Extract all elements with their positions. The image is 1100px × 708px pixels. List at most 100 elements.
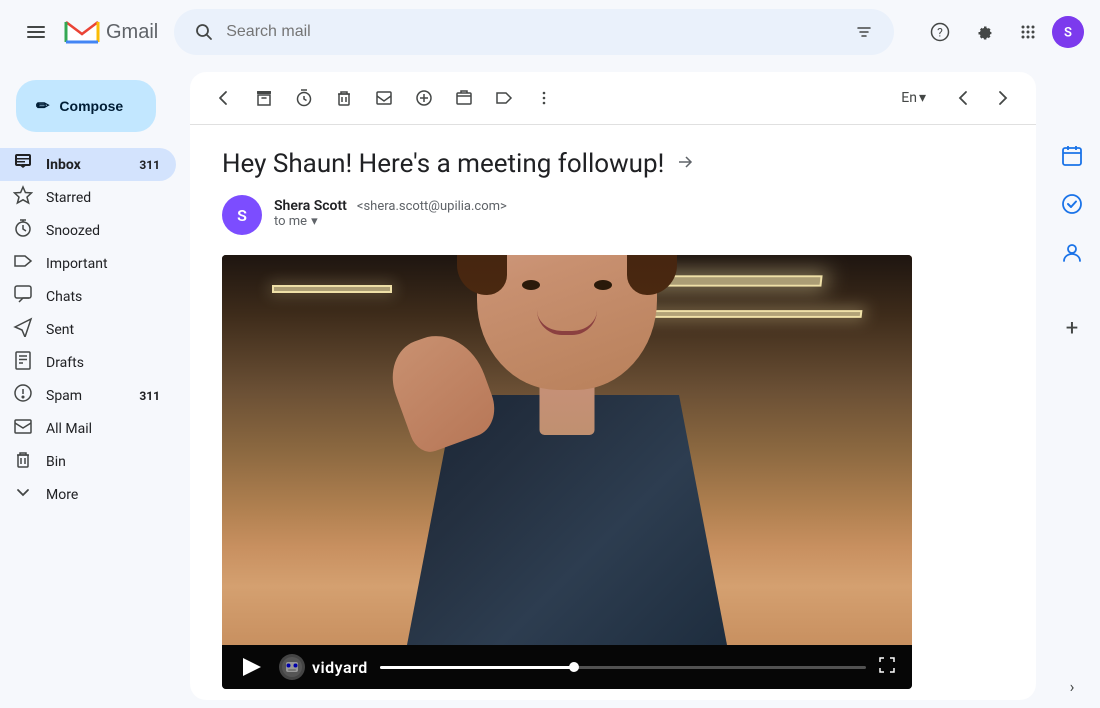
sender-name: Shera Scott <box>274 198 347 214</box>
video-progress-dot <box>569 662 579 672</box>
snoozed-label: Snoozed <box>46 223 160 239</box>
sidebar-item-important[interactable]: Important <box>0 247 176 280</box>
sidebar-item-drafts[interactable]: Drafts <box>0 346 176 379</box>
compose-pencil-icon: ✏ <box>36 96 49 116</box>
person-eye-left <box>522 280 540 290</box>
sidebar-item-more[interactable]: More <box>0 478 176 511</box>
sent-icon <box>12 317 34 342</box>
sidebar-item-bin[interactable]: Bin <box>0 445 176 478</box>
sidebar-item-snoozed[interactable]: Snoozed <box>0 214 176 247</box>
to-label: to me <box>274 214 307 229</box>
language-button[interactable]: En ▾ <box>893 86 934 110</box>
back-button[interactable] <box>206 80 242 116</box>
vidyard-robot-icon <box>278 653 306 681</box>
vidyard-logo: vidyard <box>278 653 368 681</box>
mark-as-button[interactable] <box>366 80 402 116</box>
calendar-panel-button[interactable] <box>1052 136 1092 176</box>
drafts-label: Drafts <box>46 355 160 371</box>
play-button[interactable] <box>238 653 266 681</box>
subject-text: Hey Shaun! Here's a meeting followup! <box>222 149 664 179</box>
snoozed-icon <box>12 218 34 243</box>
video-progress-bar[interactable] <box>380 666 866 669</box>
gmail-logo: Gmail <box>64 18 158 46</box>
more-actions-button[interactable] <box>526 80 562 116</box>
bin-label: Bin <box>46 454 160 470</box>
sent-label: Sent <box>46 322 160 338</box>
settings-button[interactable] <box>964 12 1004 52</box>
bin-icon <box>12 449 34 474</box>
expand-panel-button[interactable]: › <box>1070 677 1075 696</box>
sender-avatar: S <box>222 195 262 235</box>
inbox-label: Inbox <box>46 157 127 173</box>
starred-icon <box>12 185 34 210</box>
next-email-button[interactable] <box>984 80 1020 116</box>
compose-button[interactable]: ✏ Compose <box>16 80 156 132</box>
inbox-count: 311 <box>139 158 160 172</box>
inbox-icon <box>12 152 34 177</box>
important-label: Important <box>46 256 160 272</box>
nav-arrows <box>946 80 1020 116</box>
labels-button[interactable] <box>486 80 522 116</box>
all-mail-label: All Mail <box>46 421 160 437</box>
chats-label: Chats <box>46 289 160 305</box>
person <box>317 275 817 645</box>
video-embed[interactable]: vidyard <box>222 255 912 689</box>
apps-button[interactable] <box>1008 12 1048 52</box>
email-subject: Hey Shaun! Here's a meeting followup! <box>222 149 1004 179</box>
sender-email: <shera.scott@upilia.com> <box>357 199 507 214</box>
sender-row: S Shera Scott <shera.scott@upilia.com> t… <box>222 195 1004 235</box>
lang-label: En <box>901 90 917 106</box>
spam-label: Spam <box>46 388 127 404</box>
prev-email-button[interactable] <box>946 80 982 116</box>
sidebar-item-inbox[interactable]: Inbox 311 <box>0 148 176 181</box>
video-progress-fill <box>380 666 575 669</box>
spam-icon <box>12 383 34 408</box>
sidebar: ✏ Compose Inbox 311 Starred Snoozed <box>0 64 190 708</box>
search-bar[interactable] <box>174 9 894 55</box>
more-icon <box>12 482 34 507</box>
user-avatar[interactable]: S <box>1052 16 1084 48</box>
add-task-button[interactable] <box>406 80 442 116</box>
search-input[interactable] <box>226 23 842 41</box>
add-panel-button[interactable]: + <box>1052 308 1092 348</box>
sidebar-item-all-mail[interactable]: All Mail <box>0 412 176 445</box>
move-to-button[interactable] <box>446 80 482 116</box>
person-hair-right <box>627 255 677 295</box>
svg-text:?: ? <box>937 26 943 40</box>
sidebar-item-sent[interactable]: Sent <box>0 313 176 346</box>
tasks-panel-button[interactable] <box>1052 184 1092 224</box>
svg-text:S: S <box>1064 26 1072 41</box>
archive-button[interactable] <box>246 80 282 116</box>
email-area: En ▾ Hey Shaun! Here's a meeting followu… <box>190 72 1036 700</box>
topbar: Gmail ? <box>0 0 1100 64</box>
right-panel: + › <box>1044 64 1100 708</box>
help-button[interactable]: ? <box>920 12 960 52</box>
sidebar-item-starred[interactable]: Starred <box>0 181 176 214</box>
person-hair-left <box>457 255 507 295</box>
drafts-icon <box>12 350 34 375</box>
video-controls: vidyard <box>222 645 912 689</box>
spam-count: 311 <box>139 389 160 403</box>
important-icon <box>12 251 34 276</box>
compose-label: Compose <box>59 98 123 114</box>
vidyard-text: vidyard <box>312 658 368 677</box>
to-line[interactable]: to me ▾ <box>274 214 1004 229</box>
main-wrapper: ✏ Compose Inbox 311 Starred Snoozed <box>0 0 1100 708</box>
lang-dropdown-icon: ▾ <box>919 90 926 106</box>
all-mail-icon <box>12 416 34 441</box>
snooze-button[interactable] <box>286 80 322 116</box>
fullscreen-button[interactable] <box>878 656 896 678</box>
sender-info: Shera Scott <shera.scott@upilia.com> to … <box>274 195 1004 229</box>
sidebar-item-chats[interactable]: Chats <box>0 280 176 313</box>
person-eye-right <box>594 280 612 290</box>
sidebar-item-spam[interactable]: Spam 311 <box>0 379 176 412</box>
delete-button[interactable] <box>326 80 362 116</box>
email-toolbar: En ▾ <box>190 72 1036 125</box>
starred-label: Starred <box>46 190 160 206</box>
topbar-right: ? S <box>920 12 1084 52</box>
hamburger-button[interactable] <box>16 12 56 52</box>
subject-forward-icon[interactable] <box>676 153 694 176</box>
more-label: More <box>46 487 160 503</box>
contacts-panel-button[interactable] <box>1052 232 1092 272</box>
play-triangle-icon <box>243 658 261 676</box>
